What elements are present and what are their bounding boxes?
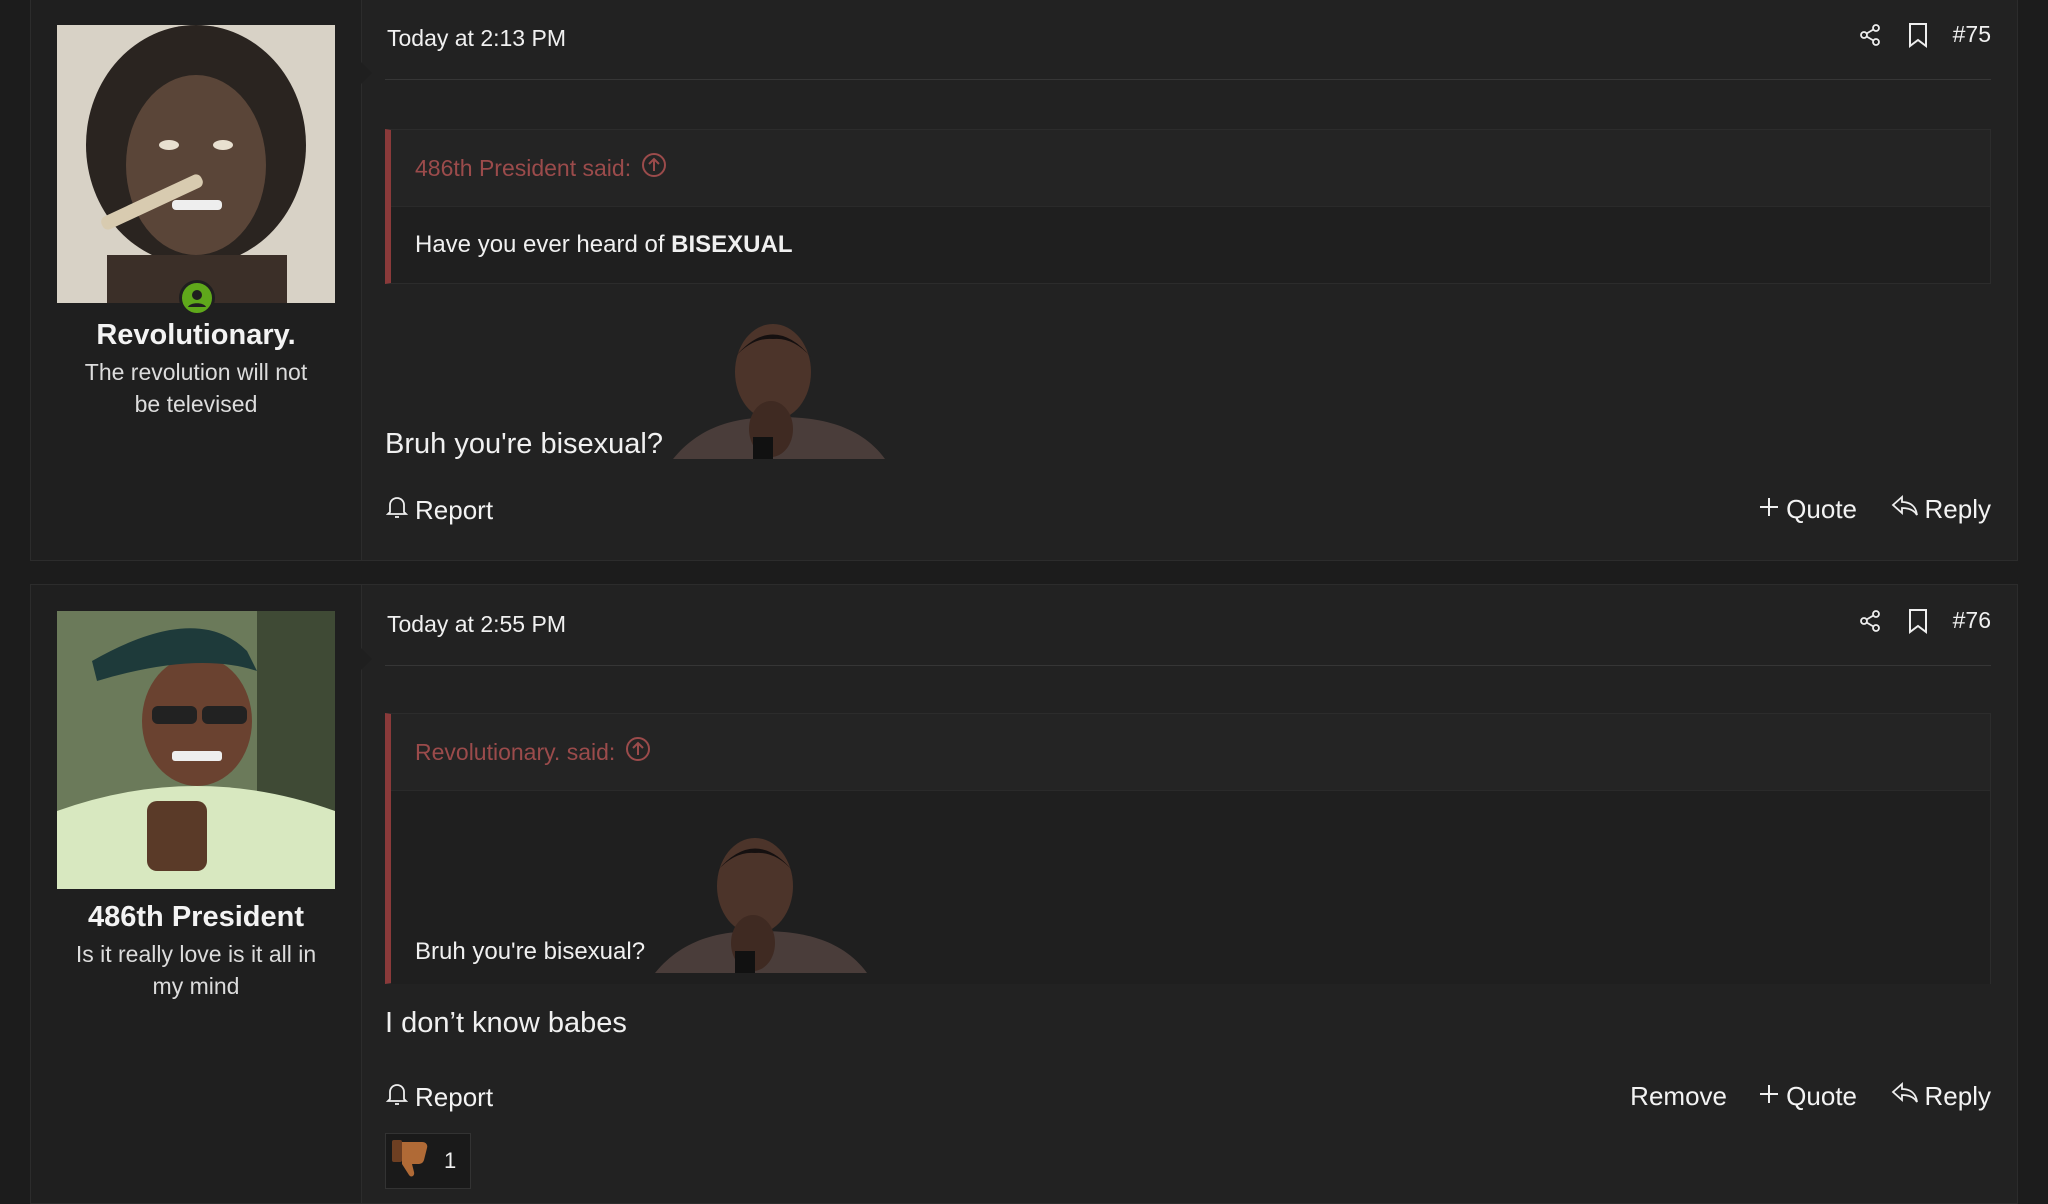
post-arrow [360,61,372,85]
quote-header[interactable]: Revolutionary. said: [391,714,1990,790]
user-title: The revolution will not be televised [84,359,308,417]
reaction-bar[interactable]: 1 [385,1133,471,1189]
post-number[interactable]: #76 [1953,607,1991,634]
report-label: Report [415,1082,494,1112]
post-meta-right: #75 [1857,21,1991,48]
avatar[interactable] [57,611,335,889]
quote-button[interactable]: Quote [1758,494,1857,525]
post-76: 486th President Is it really love is it … [30,584,2018,1204]
reaction-count: 1 [444,1148,457,1173]
quote-block: 486th President said: Have you ever hear… [385,129,1991,284]
quote-author[interactable]: 486th President said: [415,155,631,182]
user-cell: 486th President Is it really love is it … [31,585,362,1203]
quote-body: Have you ever heard of BISEXUAL [391,206,1990,283]
arrow-up-circle-icon[interactable] [641,152,667,184]
thumbs-down-icon [390,1136,436,1186]
divider [385,79,1991,80]
reply-button[interactable]: Reply [1891,1081,1991,1112]
remove-button[interactable]: Remove [1630,1081,1727,1112]
bell-icon [385,1081,409,1114]
post-message: I don’t know babes [385,1007,627,1039]
quote-header[interactable]: 486th President said: [391,130,1990,206]
bookmark-icon[interactable] [1905,608,1931,634]
report-button[interactable]: Report [385,494,493,527]
reply-icon [1891,1081,1919,1112]
quote-block: Revolutionary. said: Bruh you're bisexua… [385,713,1991,984]
post-meta-right: #76 [1857,607,1991,634]
plus-icon [1758,494,1780,525]
avatar[interactable] [57,25,335,303]
reply-button[interactable]: Reply [1891,494,1991,525]
remove-label: Remove [1630,1081,1727,1111]
post-75: Revolutionary. The revolution will not b… [30,0,2018,561]
share-icon[interactable] [1857,608,1883,634]
quote-button[interactable]: Quote [1758,1081,1857,1112]
divider [385,665,1991,666]
share-icon[interactable] [1857,22,1883,48]
user-cell: Revolutionary. The revolution will not b… [31,0,362,560]
report-label: Report [415,495,494,525]
report-button[interactable]: Report [385,1081,493,1114]
username[interactable]: 486th President [31,901,361,934]
username[interactable]: Revolutionary. [31,319,361,352]
post-time[interactable]: Today at 2:55 PM [387,611,566,638]
post-time[interactable]: Today at 2:13 PM [387,25,566,52]
reply-icon [1891,494,1919,525]
user-title: Is it really love is it all in my mind [75,941,317,999]
message-text: Bruh you're bisexual? [385,428,663,460]
quote-label: Quote [1786,494,1857,524]
thinking-man-emoji-icon [655,831,868,980]
post-number[interactable]: #75 [1953,21,1991,48]
reply-label: Reply [1924,494,1991,524]
arrow-up-circle-icon[interactable] [625,736,651,768]
quote-label: Quote [1786,1081,1857,1111]
online-status-icon [179,280,215,316]
post-message: Bruh you're bisexual? [385,317,885,467]
post-main: Today at 2:13 PM #75 486th President sai… [385,0,1991,560]
quote-body: Bruh you're bisexual? [391,790,1990,984]
quote-text: Have you ever heard of [415,231,672,258]
reply-label: Reply [1924,1081,1991,1111]
quote-text-bold: BISEXUAL [671,231,793,258]
thinking-man-emoji-icon [672,317,885,467]
quote-author[interactable]: Revolutionary. said: [415,739,615,766]
bell-icon [385,494,409,527]
plus-icon [1758,1081,1780,1112]
quote-text: Bruh you're bisexual? [415,938,646,965]
post-main: Today at 2:55 PM #76 Revolutionary. said… [385,585,1991,1203]
bookmark-icon[interactable] [1905,22,1931,48]
post-arrow [360,647,372,671]
